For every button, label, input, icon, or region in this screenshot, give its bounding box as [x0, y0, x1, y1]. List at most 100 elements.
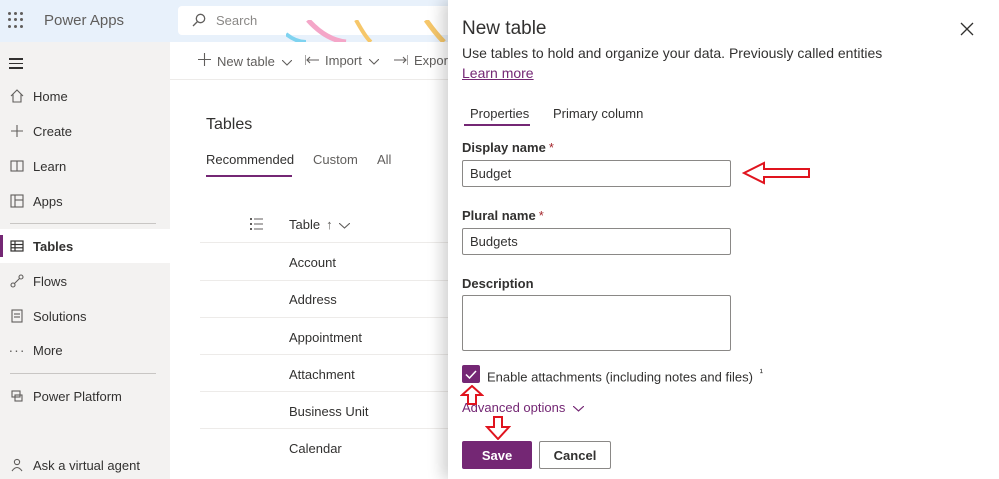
search-placeholder: Search: [216, 13, 258, 28]
more-icon: ···: [8, 342, 26, 358]
power-platform-icon: [9, 388, 25, 404]
close-icon[interactable]: [960, 22, 974, 36]
nav-item-label: Tables: [33, 238, 74, 254]
new-table-button[interactable]: New table: [198, 53, 293, 69]
plural-name-input[interactable]: [462, 228, 731, 255]
nav-item-more[interactable]: ··· More: [0, 333, 170, 367]
page-title: Tables: [206, 116, 253, 133]
nav-item-label: Home: [33, 88, 68, 104]
plural-name-label-text: Plural name: [462, 208, 536, 223]
new-table-label: New table: [217, 53, 275, 69]
nav-item-flows[interactable]: Flows: [0, 264, 170, 298]
home-icon: [9, 88, 25, 104]
search-icon: [192, 13, 206, 27]
display-name-input[interactable]: [462, 160, 731, 187]
nav-item-power-platform[interactable]: Power Platform: [0, 379, 170, 413]
learn-more-link[interactable]: Learn more: [462, 65, 534, 81]
active-tab-indicator: [206, 175, 292, 177]
plural-name-label: Plural name *: [462, 208, 544, 223]
row-divider: [200, 354, 450, 355]
command-bar: New table Import Export: [170, 42, 452, 80]
enable-attachments-label: Enable attachments (including notes and …: [487, 368, 763, 384]
nav-item-create[interactable]: Create: [0, 114, 170, 148]
app-name[interactable]: Power Apps: [44, 12, 124, 29]
import-icon: [304, 53, 319, 68]
nav-item-label: Apps: [33, 193, 63, 209]
display-name-label: Display name *: [462, 140, 554, 155]
nav-item-label: More: [33, 342, 63, 358]
apps-icon: [9, 193, 25, 209]
agent-icon: [9, 457, 25, 473]
description-textarea[interactable]: [462, 295, 731, 351]
nav-item-solutions[interactable]: Solutions: [0, 299, 170, 333]
plus-icon: [9, 123, 25, 139]
plus-icon: [198, 53, 211, 69]
import-label: Import: [325, 53, 362, 68]
nav-item-learn[interactable]: Learn: [0, 149, 170, 183]
tab-recommended[interactable]: Recommended: [206, 152, 294, 167]
nav-divider: [10, 223, 156, 224]
table-row[interactable]: Business Unit: [289, 404, 368, 419]
table-row[interactable]: Address: [289, 292, 337, 307]
chevron-down-icon: [368, 53, 380, 68]
flow-icon: [9, 273, 25, 289]
annotation-arrow-up-icon: [460, 385, 484, 405]
row-divider: [200, 428, 450, 429]
chevron-down-icon: [338, 217, 350, 232]
export-button[interactable]: Export: [394, 53, 452, 68]
table-icon: [9, 238, 25, 254]
export-label: Export: [414, 53, 452, 68]
tab-properties[interactable]: Properties: [470, 106, 529, 121]
nav-divider: [10, 373, 156, 374]
annotation-arrow-left-icon: [742, 161, 810, 185]
panel-subtitle: Use tables to hold and organize your dat…: [462, 45, 883, 61]
chevron-down-icon: [281, 54, 293, 69]
hamburger-menu-icon[interactable]: [9, 58, 23, 69]
enable-attachments-text: Enable attachments (including notes and …: [487, 369, 753, 385]
tab-primary-column[interactable]: Primary column: [553, 106, 643, 121]
row-divider: [200, 391, 450, 392]
nav-item-home[interactable]: Home: [0, 79, 170, 113]
sort-ascending-icon: ↑: [326, 217, 333, 232]
footnote-marker: ¹: [759, 368, 763, 379]
decorative-banner: [286, 20, 446, 42]
chevron-down-icon: [572, 400, 585, 415]
nav-item-tables[interactable]: Tables: [0, 229, 170, 263]
display-name-label-text: Display name: [462, 140, 546, 155]
import-button[interactable]: Import: [304, 53, 380, 68]
nav-item-label: Solutions: [33, 308, 87, 324]
required-mark: *: [538, 208, 544, 223]
nav-item-label: Power Platform: [33, 388, 122, 404]
column-header-table[interactable]: Table ↑: [289, 217, 350, 232]
tab-custom[interactable]: Custom: [313, 152, 358, 167]
nav-item-label: Flows: [33, 273, 67, 289]
tab-all[interactable]: All: [377, 152, 391, 167]
nav-item-apps[interactable]: Apps: [0, 184, 170, 218]
required-mark: *: [548, 140, 554, 155]
nav-item-label: Create: [33, 123, 73, 139]
save-button[interactable]: Save: [462, 441, 532, 469]
export-icon: [394, 53, 409, 68]
solutions-icon: [9, 308, 25, 324]
table-row[interactable]: Account: [289, 255, 336, 270]
enable-attachments-checkbox[interactable]: [462, 365, 480, 383]
table-row[interactable]: Calendar: [289, 441, 342, 456]
book-icon: [9, 158, 25, 174]
nav-item-label: Ask a virtual agent: [33, 457, 140, 473]
column-header-label: Table: [289, 217, 321, 232]
app-launcher-icon[interactable]: [8, 12, 24, 28]
table-row[interactable]: Attachment: [289, 367, 355, 382]
checkmark-icon: [465, 369, 477, 379]
description-label: Description: [462, 276, 534, 291]
cancel-button[interactable]: Cancel: [539, 441, 611, 469]
new-table-panel: New table Use tables to hold and organiz…: [448, 0, 999, 479]
nav-item-label: Learn: [33, 158, 67, 174]
panel-title: New table: [462, 18, 547, 39]
list-icon: [250, 218, 263, 230]
row-divider: [200, 317, 450, 318]
nav-item-ask-virtual-agent[interactable]: Ask a virtual agent: [0, 448, 170, 479]
left-navigation: Home Create Learn Apps Tables Flows Solu…: [0, 42, 170, 479]
annotation-arrow-down-icon: [485, 416, 511, 440]
table-row[interactable]: Appointment: [289, 330, 362, 345]
active-tab-indicator: [464, 124, 530, 126]
